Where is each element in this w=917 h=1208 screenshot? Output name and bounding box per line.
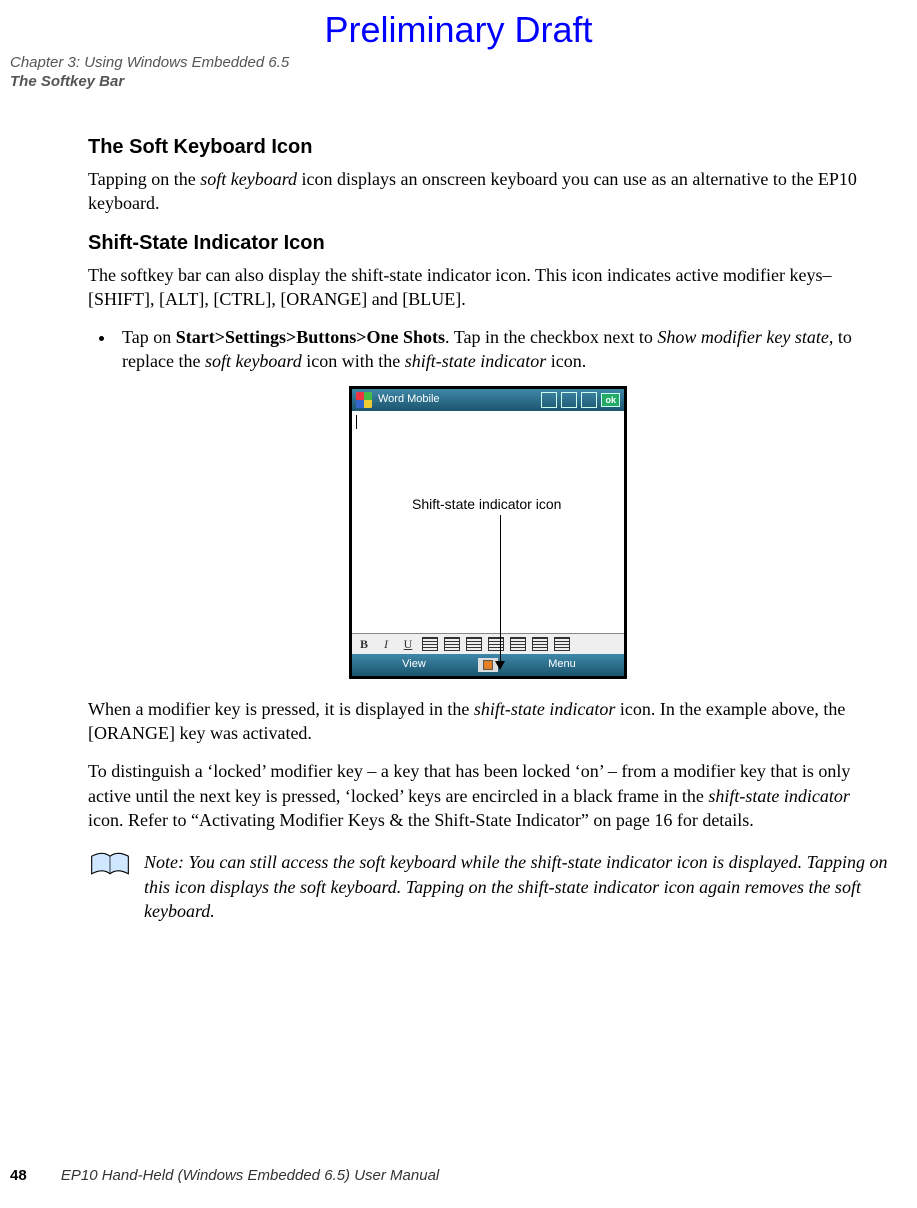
bold-path: Start>Settings>Buttons>One Shots xyxy=(176,327,445,347)
footer-title: EP10 Hand-Held (Windows Embedded 6.5) Us… xyxy=(61,1167,439,1184)
instruction-list: Tap on Start>Settings>Buttons>One Shots.… xyxy=(106,325,888,374)
book-icon xyxy=(88,850,132,886)
underline-icon: U xyxy=(400,636,416,652)
ok-button: ok xyxy=(601,393,620,407)
emphasis: soft keyboard xyxy=(205,351,302,371)
text: . Tap in the checkbox next to xyxy=(445,327,657,347)
device-frame: Word Mobile ok Shift-state indicator ico… xyxy=(349,386,627,679)
callout-label: Shift-state indicator icon xyxy=(412,495,561,514)
outdent-icon xyxy=(532,637,548,651)
app-title: Word Mobile xyxy=(378,392,440,407)
text: Tapping on the xyxy=(88,169,200,189)
text: Tap on xyxy=(122,327,176,347)
align-right-icon xyxy=(466,637,482,651)
text: icon. xyxy=(546,351,586,371)
softkey-menu: Menu xyxy=(500,657,624,672)
emphasis: soft keyboard xyxy=(200,169,297,189)
start-icon xyxy=(356,392,372,408)
bold-icon: B xyxy=(356,636,372,652)
emphasis: shift-state indicator xyxy=(708,786,850,806)
callout-line xyxy=(500,515,501,669)
note-text: Note: You can still access the soft keyb… xyxy=(144,850,888,923)
chapter-line: Chapter 3: Using Windows Embedded 6.5 xyxy=(10,54,289,73)
numbering-icon xyxy=(510,637,526,651)
figure-screenshot: Word Mobile ok Shift-state indicator ico… xyxy=(88,386,888,679)
align-center-icon xyxy=(444,637,460,651)
page-number: 48 xyxy=(10,1167,27,1184)
heading-soft-keyboard-icon: The Soft Keyboard Icon xyxy=(88,134,888,161)
section-line: The Softkey Bar xyxy=(10,73,289,92)
text: When a modifier key is pressed, it is di… xyxy=(88,699,474,719)
text: icon. Refer to “Activating Modifier Keys… xyxy=(88,810,754,830)
watermark-text: Preliminary Draft xyxy=(0,6,917,55)
text-cursor xyxy=(356,415,357,429)
page-content: The Soft Keyboard Icon Tapping on the so… xyxy=(88,120,888,923)
heading-shift-state: Shift-State Indicator Icon xyxy=(88,230,888,257)
softkey-view: View xyxy=(352,657,476,672)
callout-arrow-icon xyxy=(495,661,505,670)
note-label: Note: xyxy=(144,852,184,872)
format-toolbar: B I U xyxy=(352,633,624,654)
note-block: Note: You can still access the soft keyb… xyxy=(88,850,888,923)
indent-icon xyxy=(554,637,570,651)
volume-icon xyxy=(581,392,597,408)
emphasis: shift-state indicator xyxy=(405,351,547,371)
text: icon with the xyxy=(302,351,405,371)
signal-icon xyxy=(561,392,577,408)
para-shift-state-intro: The softkey bar can also display the shi… xyxy=(88,263,888,312)
emphasis: Show modifier key state, xyxy=(657,327,833,347)
para-soft-keyboard: Tapping on the soft keyboard icon displa… xyxy=(88,167,888,216)
softkey-bar: View Menu xyxy=(352,654,624,676)
page-footer: 48 EP10 Hand-Held (Windows Embedded 6.5)… xyxy=(10,1166,439,1186)
running-head: Chapter 3: Using Windows Embedded 6.5 Th… xyxy=(10,54,289,92)
document-area: Shift-state indicator icon xyxy=(352,411,624,633)
para-modifier-example: When a modifier key is pressed, it is di… xyxy=(88,697,888,746)
align-left-icon xyxy=(422,637,438,651)
emphasis: shift-state indicator xyxy=(474,699,616,719)
titlebar: Word Mobile ok xyxy=(352,389,624,411)
connectivity-icon xyxy=(541,392,557,408)
bullets-icon xyxy=(488,637,504,651)
note-body: You can still access the soft keyboard w… xyxy=(144,852,887,921)
para-locked-modifier: To distinguish a ‘locked’ modifier key –… xyxy=(88,759,888,832)
list-item: Tap on Start>Settings>Buttons>One Shots.… xyxy=(116,325,888,374)
italic-icon: I xyxy=(378,636,394,652)
